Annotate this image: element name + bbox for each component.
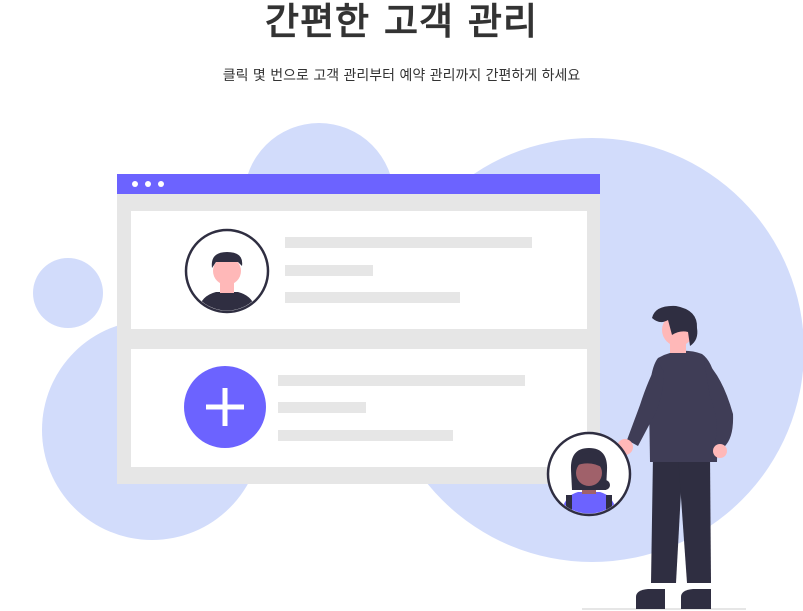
add-customer-card [131,349,587,467]
female-avatar-icon [546,431,632,517]
placeholder-line [278,430,453,441]
placeholder-line [285,265,373,276]
window-titlebar [117,174,600,194]
window-dot-icon [158,181,164,187]
customer-avatar-icon [184,228,270,314]
placeholder-line [285,292,460,303]
browser-window [117,174,600,484]
placeholder-line [278,375,525,386]
plus-icon [184,366,266,448]
blob-small-left [33,258,103,328]
customer-management-illustration [33,123,803,610]
customer-card [131,211,587,329]
placeholder-line [285,237,532,248]
placeholder-line [278,402,366,413]
window-dot-icon [145,181,151,187]
window-dot-icon [132,181,138,187]
